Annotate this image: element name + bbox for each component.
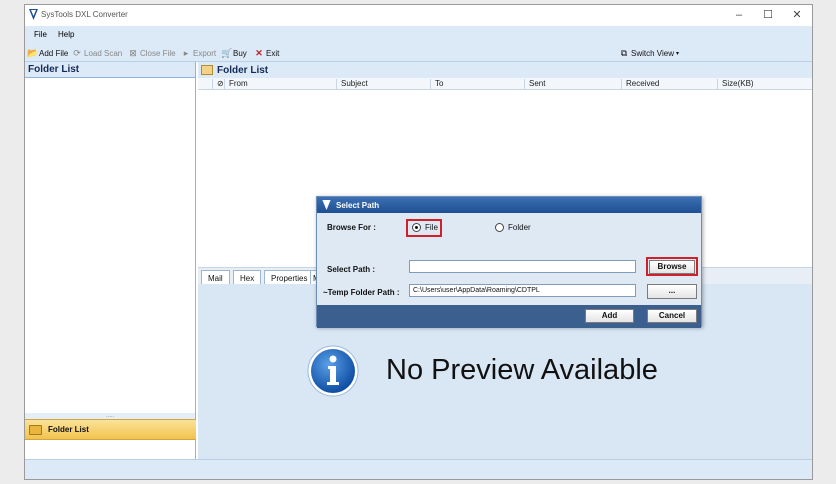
chevron-down-icon: ▾ <box>675 50 679 57</box>
add-file-label: Add File <box>39 48 69 58</box>
close-file-label: Close File <box>140 48 176 58</box>
select-path-input[interactable] <box>409 260 636 273</box>
switch-view-icon: ⧉ <box>620 48 628 58</box>
column-subject[interactable]: Subject <box>336 79 368 89</box>
menu-bar: File Help <box>25 26 812 44</box>
column-sent[interactable]: Sent <box>524 79 545 89</box>
dialog-title-bar: Select Path <box>317 197 701 213</box>
switch-view-button[interactable]: ⧉ Switch View ▾ <box>619 47 679 59</box>
tab-hex[interactable]: Hex <box>233 270 262 285</box>
close-window-button[interactable]: ✕ <box>783 7 811 23</box>
menu-file[interactable]: File <box>34 30 47 39</box>
open-folder-icon <box>201 65 213 75</box>
minimize-button[interactable]: – <box>725 7 753 23</box>
nav-folder-list-label: Folder List <box>48 425 89 434</box>
systools-logo-icon <box>29 9 38 20</box>
message-panel-header: Folder List <box>198 62 812 78</box>
load-scan-button[interactable]: ⟳ Load Scan <box>72 47 122 59</box>
buy-label: Buy <box>233 48 247 58</box>
tab-properties[interactable]: Properties <box>264 270 315 285</box>
info-icon <box>307 345 359 397</box>
radio-folder-label: Folder <box>508 223 531 232</box>
nav-folder-list[interactable]: Folder List <box>25 419 196 440</box>
radio-file[interactable]: File <box>412 223 438 232</box>
folder-icon <box>29 424 42 435</box>
attachment-icon: ⊘ <box>212 79 224 89</box>
folder-list-panel: Folder List ..... Folder List <box>25 62 196 459</box>
exit-x-icon: ✕ <box>255 48 263 58</box>
export-label: Export <box>193 48 217 58</box>
toolbar: 📂 Add File ⟳ Load Scan ⊠ Close File ▸ Ex… <box>25 44 812 62</box>
radio-file-dot[interactable] <box>412 223 421 232</box>
dialog-title: Select Path <box>336 201 380 210</box>
load-scan-icon: ⟳ <box>73 48 81 58</box>
add-file-button[interactable]: 📂 Add File <box>27 47 68 59</box>
cancel-button[interactable]: Cancel <box>647 309 697 323</box>
title-bar: SysTools DXL Converter – ☐ ✕ <box>25 5 812 26</box>
select-path-dialog: Select Path Browse For : File Folder Sel… <box>316 196 702 328</box>
message-column-headers: ⊘ From Subject To Sent Received Size(KB) <box>198 78 812 90</box>
dialog-footer: Add Cancel <box>317 305 701 328</box>
tab-mail[interactable]: Mail <box>201 270 230 285</box>
column-size[interactable]: Size(KB) <box>717 79 754 89</box>
radio-file-label: File <box>425 223 438 232</box>
browse-for-label: Browse For : <box>327 223 376 232</box>
column-received[interactable]: Received <box>621 79 659 89</box>
status-bar <box>25 459 812 479</box>
add-file-icon: 📂 <box>27 48 39 58</box>
column-from[interactable]: From <box>224 79 248 89</box>
buy-button[interactable]: 🛒 Buy <box>221 47 247 59</box>
load-scan-label: Load Scan <box>84 48 123 58</box>
cart-icon: 🛒 <box>221 48 233 58</box>
close-file-button[interactable]: ⊠ Close File <box>128 47 176 59</box>
systools-logo-icon <box>322 200 331 210</box>
radio-folder-dot[interactable] <box>495 223 504 232</box>
export-button[interactable]: ▸ Export <box>181 47 216 59</box>
add-button[interactable]: Add <box>585 309 634 323</box>
message-panel-title: Folder List <box>217 64 269 76</box>
radio-folder[interactable]: Folder <box>495 223 531 232</box>
exit-label: Exit <box>266 48 280 58</box>
exit-button[interactable]: ✕ Exit <box>254 47 279 59</box>
maximize-button[interactable]: ☐ <box>754 7 782 23</box>
temp-folder-path-input[interactable]: C:\Users\user\AppData\Roaming\CDTPL <box>409 284 636 297</box>
switch-view-label: Switch View <box>631 48 674 58</box>
window-title: SysTools DXL Converter <box>41 10 128 19</box>
temp-folder-path-label: ~Temp Folder Path : <box>323 288 400 297</box>
menu-help[interactable]: Help <box>58 30 74 39</box>
export-arrow-icon: ▸ <box>183 48 189 58</box>
close-file-icon: ⊠ <box>129 48 137 58</box>
temp-path-browse-button[interactable]: ... <box>647 284 697 299</box>
select-path-label: Select Path : <box>327 265 376 274</box>
column-to[interactable]: To <box>430 79 443 89</box>
no-preview-message: No Preview Available <box>386 354 658 386</box>
browse-button[interactable]: Browse <box>649 260 695 274</box>
folder-list-header: Folder List <box>25 62 195 78</box>
